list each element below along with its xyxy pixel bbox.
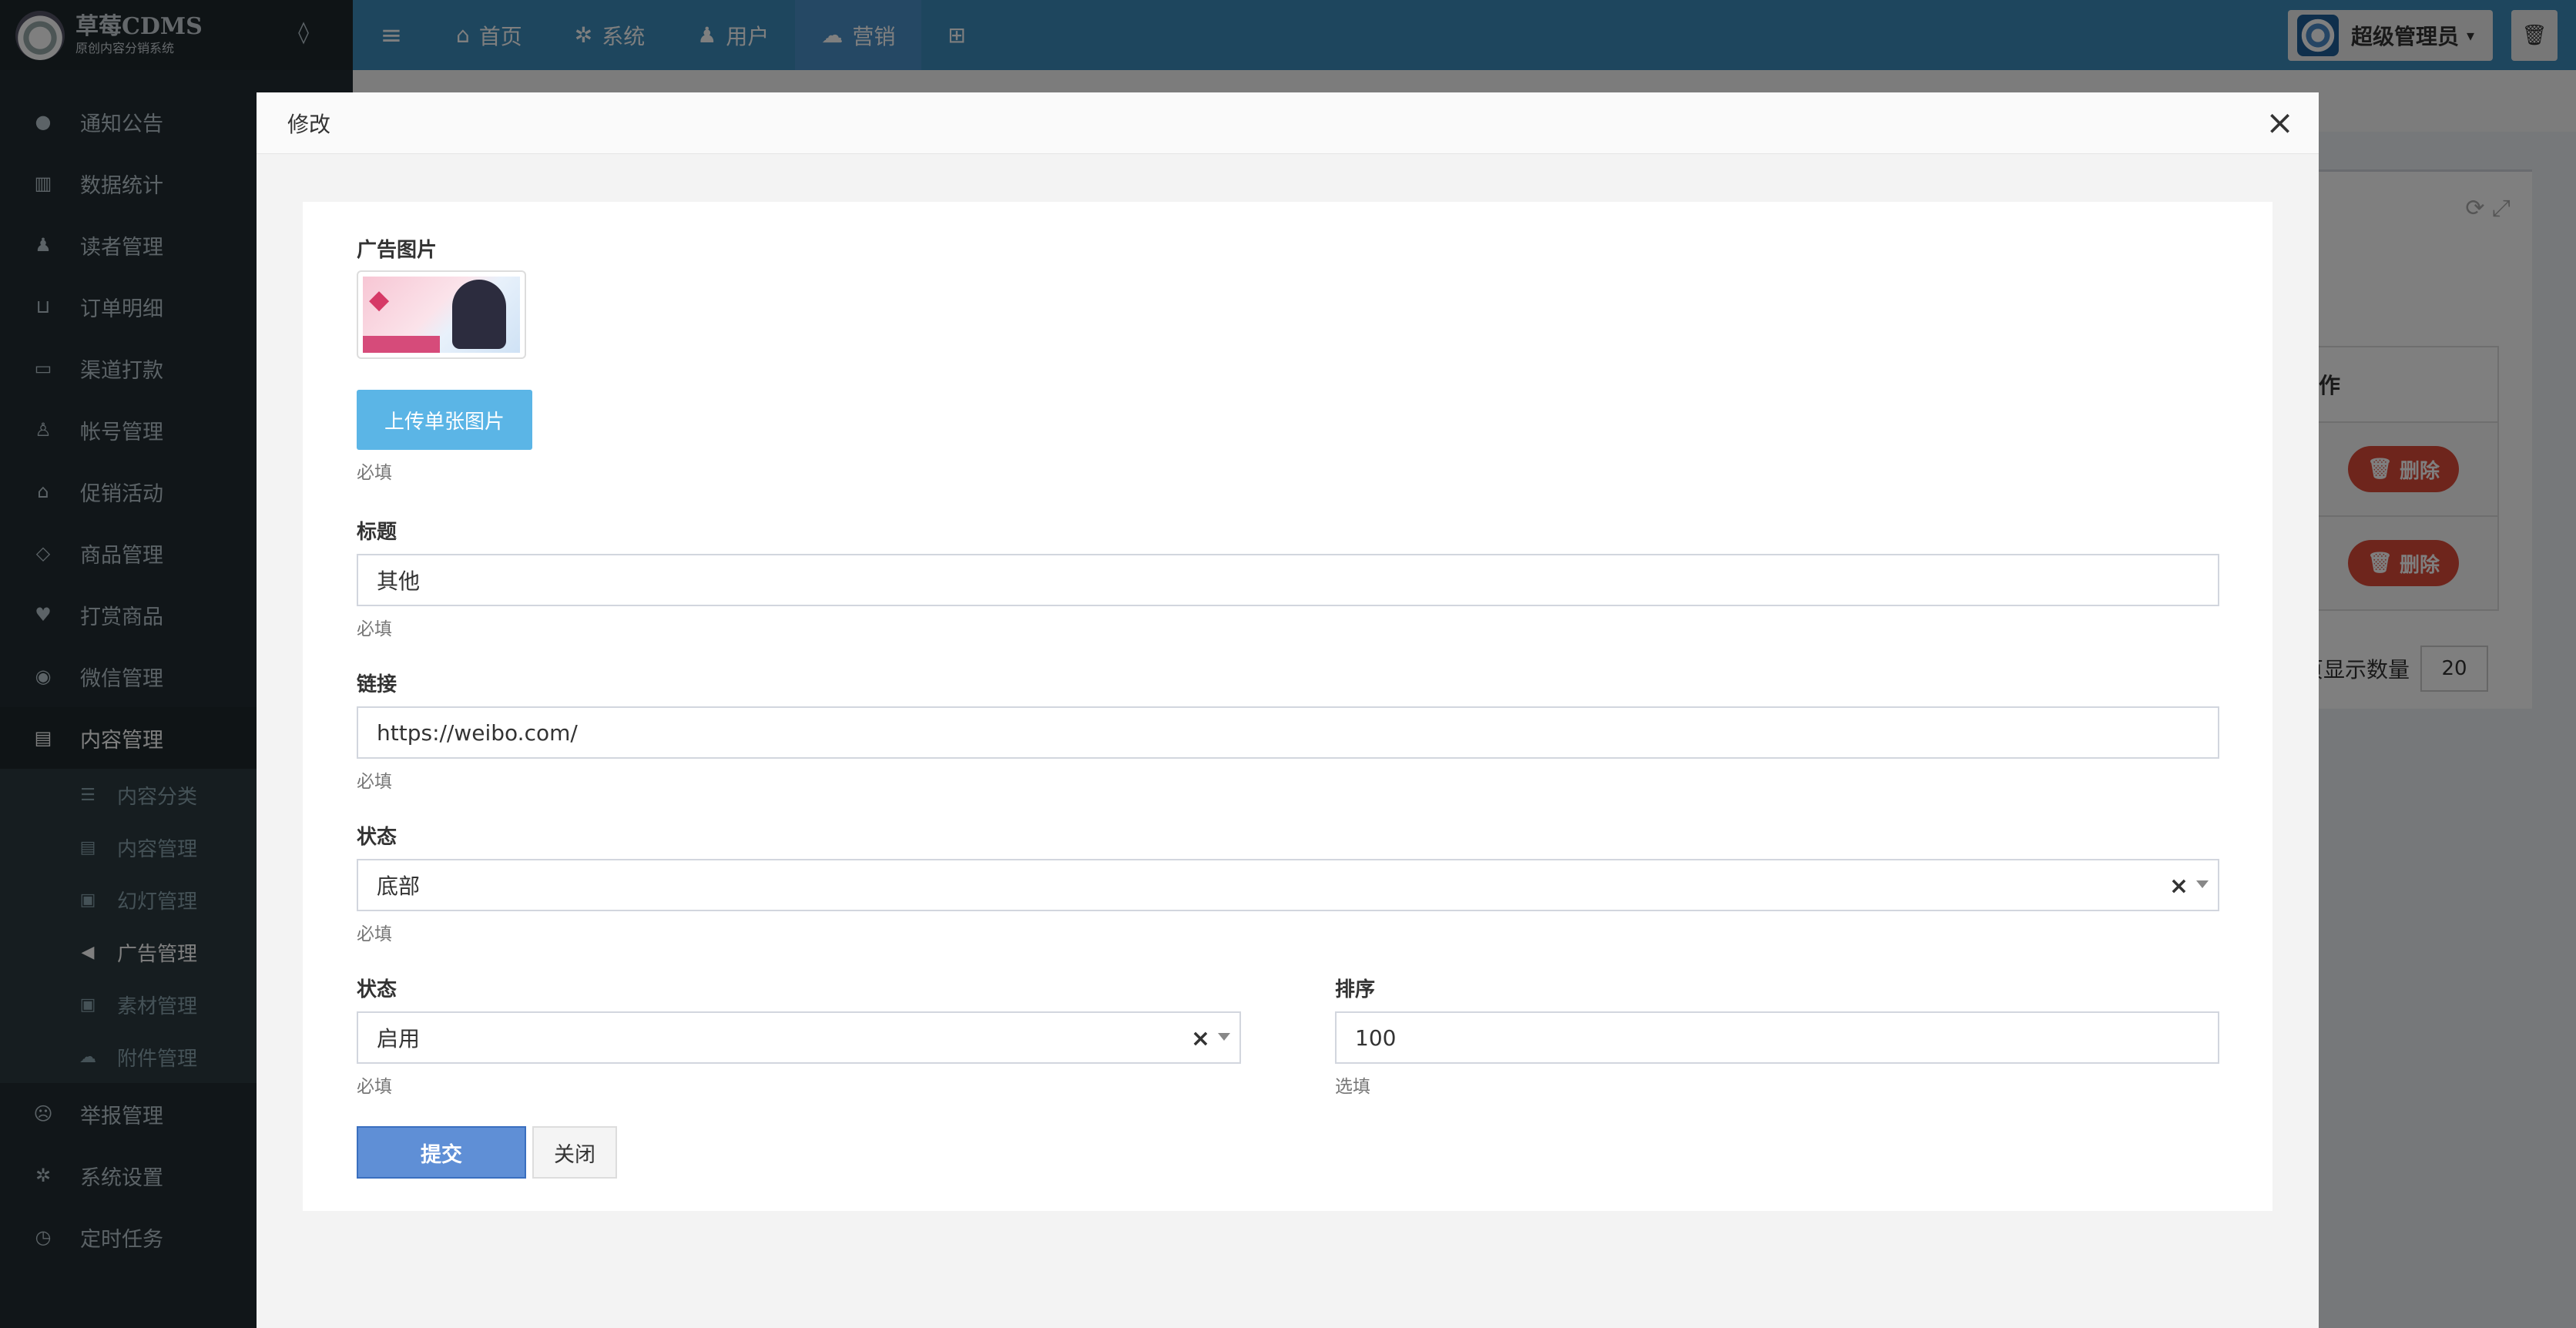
position-field: 状态 底部 × 必填 <box>357 821 2219 945</box>
link-input[interactable]: https://weibo.com/ <box>357 706 2219 759</box>
close-button[interactable]: 关闭 <box>532 1126 617 1179</box>
clear-selection-icon[interactable]: × <box>1191 1025 1210 1052</box>
clear-selection-icon[interactable]: × <box>2169 873 2189 900</box>
ad-image-thumbnail[interactable]: ◆ <box>357 270 526 359</box>
modal-header: 修改 × <box>257 92 2319 154</box>
sort-field: 排序 100 选填 <box>1335 974 2219 1098</box>
edit-modal: 修改 × 广告图片 ◆ 上传单张图片 必填 标题 其他 必填 链接 https:… <box>257 92 2319 1328</box>
position-select[interactable]: 底部 × <box>357 859 2219 911</box>
upload-image-button[interactable]: 上传单张图片 <box>357 390 532 450</box>
close-icon[interactable]: × <box>2266 105 2294 142</box>
title-input[interactable]: 其他 <box>357 554 2219 606</box>
image-field: 广告图片 ◆ 上传单张图片 必填 <box>357 234 532 484</box>
upload-help: 必填 <box>357 463 392 483</box>
title-field: 标题 其他 必填 <box>357 516 2219 640</box>
status-select[interactable]: 启用 × <box>357 1011 1241 1064</box>
modal-title: 修改 <box>287 111 331 137</box>
image-label: 广告图片 <box>357 239 438 262</box>
form-panel: 广告图片 ◆ 上传单张图片 必填 标题 其他 必填 链接 https://wei… <box>303 202 2272 1211</box>
thumbnail-art: ◆ <box>369 284 390 315</box>
link-field: 链接 https://weibo.com/ 必填 <box>357 669 2219 793</box>
sort-input[interactable]: 100 <box>1335 1011 2219 1064</box>
chevron-down-icon <box>2196 880 2209 888</box>
submit-button[interactable]: 提交 <box>357 1126 526 1179</box>
chevron-down-icon <box>1218 1033 1230 1041</box>
status-field: 状态 启用 × 必填 <box>357 974 1241 1098</box>
